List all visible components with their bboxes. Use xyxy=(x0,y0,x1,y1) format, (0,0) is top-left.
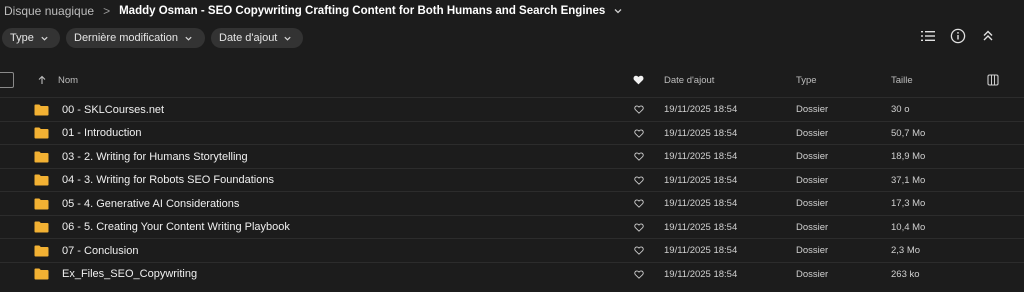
file-name[interactable]: 05 - 4. Generative AI Considerations xyxy=(62,192,239,215)
chevron-down-icon xyxy=(284,36,291,41)
collapse-icon[interactable] xyxy=(980,28,996,44)
heart-outline-icon[interactable] xyxy=(634,263,644,286)
chevron-down-icon xyxy=(185,36,192,41)
heart-outline-icon[interactable] xyxy=(634,122,644,145)
file-name[interactable]: 06 - 5. Creating Your Content Writing Pl… xyxy=(62,216,290,239)
item-size: 18,9 Mo xyxy=(891,151,926,162)
list-view-icon[interactable] xyxy=(920,28,936,44)
filter-bar: Type Dernière modification Date d'ajout xyxy=(2,28,303,48)
item-type: Dossier xyxy=(796,221,829,233)
item-type: Dossier xyxy=(796,127,829,139)
select-all-checkbox[interactable] xyxy=(0,72,14,88)
file-name[interactable]: 03 - 2. Writing for Humans Storytelling xyxy=(62,145,248,168)
file-name[interactable]: 00 - SKLCourses.net xyxy=(62,98,164,121)
filter-modified-label: Dernière modification xyxy=(74,32,178,44)
file-list: 00 - SKLCourses.net 19/11/2025 18:54 Dos… xyxy=(0,97,1024,285)
filter-type-label: Type xyxy=(10,32,34,44)
date-added: 19/11/2025 18:54 xyxy=(664,151,738,162)
item-type: Dossier xyxy=(796,245,829,256)
date-added: 19/11/2025 18:54 xyxy=(664,221,738,233)
view-toolbar xyxy=(920,28,996,44)
item-type: Dossier xyxy=(796,174,829,186)
item-size: 50,7 Mo xyxy=(891,127,926,139)
filter-type-chip[interactable]: Type xyxy=(2,28,60,48)
folder-icon xyxy=(34,239,49,262)
column-header-type[interactable]: Type xyxy=(796,65,817,95)
folder-icon xyxy=(34,192,49,215)
filter-modified-chip[interactable]: Dernière modification xyxy=(66,28,205,48)
file-name[interactable]: 07 - Conclusion xyxy=(62,239,138,262)
column-header-date[interactable]: Date d'ajout xyxy=(664,65,714,95)
heart-outline-icon[interactable] xyxy=(634,145,644,168)
item-size: 263 ko xyxy=(891,268,920,280)
table-row[interactable]: 05 - 4. Generative AI Considerations 19/… xyxy=(0,191,1024,215)
folder-icon xyxy=(34,145,49,168)
item-type: Dossier xyxy=(796,268,829,280)
heart-outline-icon[interactable] xyxy=(634,192,644,215)
column-header-name[interactable]: Nom xyxy=(58,65,78,95)
breadcrumb-root[interactable]: Disque nuagique xyxy=(4,4,94,18)
heart-outline-icon[interactable] xyxy=(634,98,644,121)
filter-date-added-label: Date d'ajout xyxy=(219,32,278,44)
date-added: 19/11/2025 18:54 xyxy=(664,245,738,256)
heart-outline-icon[interactable] xyxy=(634,216,644,239)
heart-filled-icon[interactable] xyxy=(633,65,644,95)
column-header-size[interactable]: Taille xyxy=(891,65,913,95)
table-row[interactable]: 03 - 2. Writing for Humans Storytelling … xyxy=(0,144,1024,168)
item-type: Dossier xyxy=(796,104,829,115)
item-type: Dossier xyxy=(796,198,829,209)
item-size: 17,3 Mo xyxy=(891,198,926,209)
item-size: 37,1 Mo xyxy=(891,174,926,186)
table-row[interactable]: 07 - Conclusion 19/11/2025 18:54 Dossier… xyxy=(0,238,1024,262)
file-name[interactable]: 01 - Introduction xyxy=(62,122,142,145)
file-name[interactable]: Ex_Files_SEO_Copywriting xyxy=(62,263,197,286)
breadcrumb-separator: > xyxy=(103,4,111,18)
table-row[interactable]: 00 - SKLCourses.net 19/11/2025 18:54 Dos… xyxy=(0,97,1024,121)
heart-outline-icon[interactable] xyxy=(634,169,644,192)
folder-icon xyxy=(34,98,49,121)
columns-settings-icon[interactable] xyxy=(987,65,999,95)
date-added: 19/11/2025 18:54 xyxy=(664,127,738,139)
table-header: Nom Date d'ajout Type Taille xyxy=(0,65,1024,95)
date-added: 19/11/2025 18:54 xyxy=(664,198,738,209)
folder-icon xyxy=(34,263,49,286)
date-added: 19/11/2025 18:54 xyxy=(664,104,738,115)
breadcrumb: Disque nuagique > Maddy Osman - SEO Copy… xyxy=(0,0,623,22)
heart-outline-icon[interactable] xyxy=(634,239,644,262)
breadcrumb-current-folder[interactable]: Maddy Osman - SEO Copywriting Crafting C… xyxy=(119,5,605,17)
folder-icon xyxy=(34,169,49,192)
filter-date-added-chip[interactable]: Date d'ajout xyxy=(211,28,303,48)
table-row[interactable]: 01 - Introduction 19/11/2025 18:54 Dossi… xyxy=(0,120,1024,145)
chevron-down-icon[interactable] xyxy=(613,6,623,16)
date-added: 19/11/2025 18:54 xyxy=(664,268,738,280)
folder-icon xyxy=(34,122,49,145)
date-added: 19/11/2025 18:54 xyxy=(664,174,738,186)
sort-arrow-up-icon[interactable] xyxy=(37,65,47,95)
table-row[interactable]: 06 - 5. Creating Your Content Writing Pl… xyxy=(0,214,1024,239)
folder-icon xyxy=(34,216,49,239)
table-row[interactable]: 04 - 3. Writing for Robots SEO Foundatio… xyxy=(0,167,1024,192)
item-size: 30 o xyxy=(891,104,910,115)
item-type: Dossier xyxy=(796,151,829,162)
table-row[interactable]: Ex_Files_SEO_Copywriting 19/11/2025 18:5… xyxy=(0,261,1024,286)
info-icon[interactable] xyxy=(950,28,966,44)
chevron-down-icon xyxy=(41,36,48,41)
file-name[interactable]: 04 - 3. Writing for Robots SEO Foundatio… xyxy=(62,169,274,192)
item-size: 2,3 Mo xyxy=(891,245,921,256)
item-size: 10,4 Mo xyxy=(891,221,926,233)
